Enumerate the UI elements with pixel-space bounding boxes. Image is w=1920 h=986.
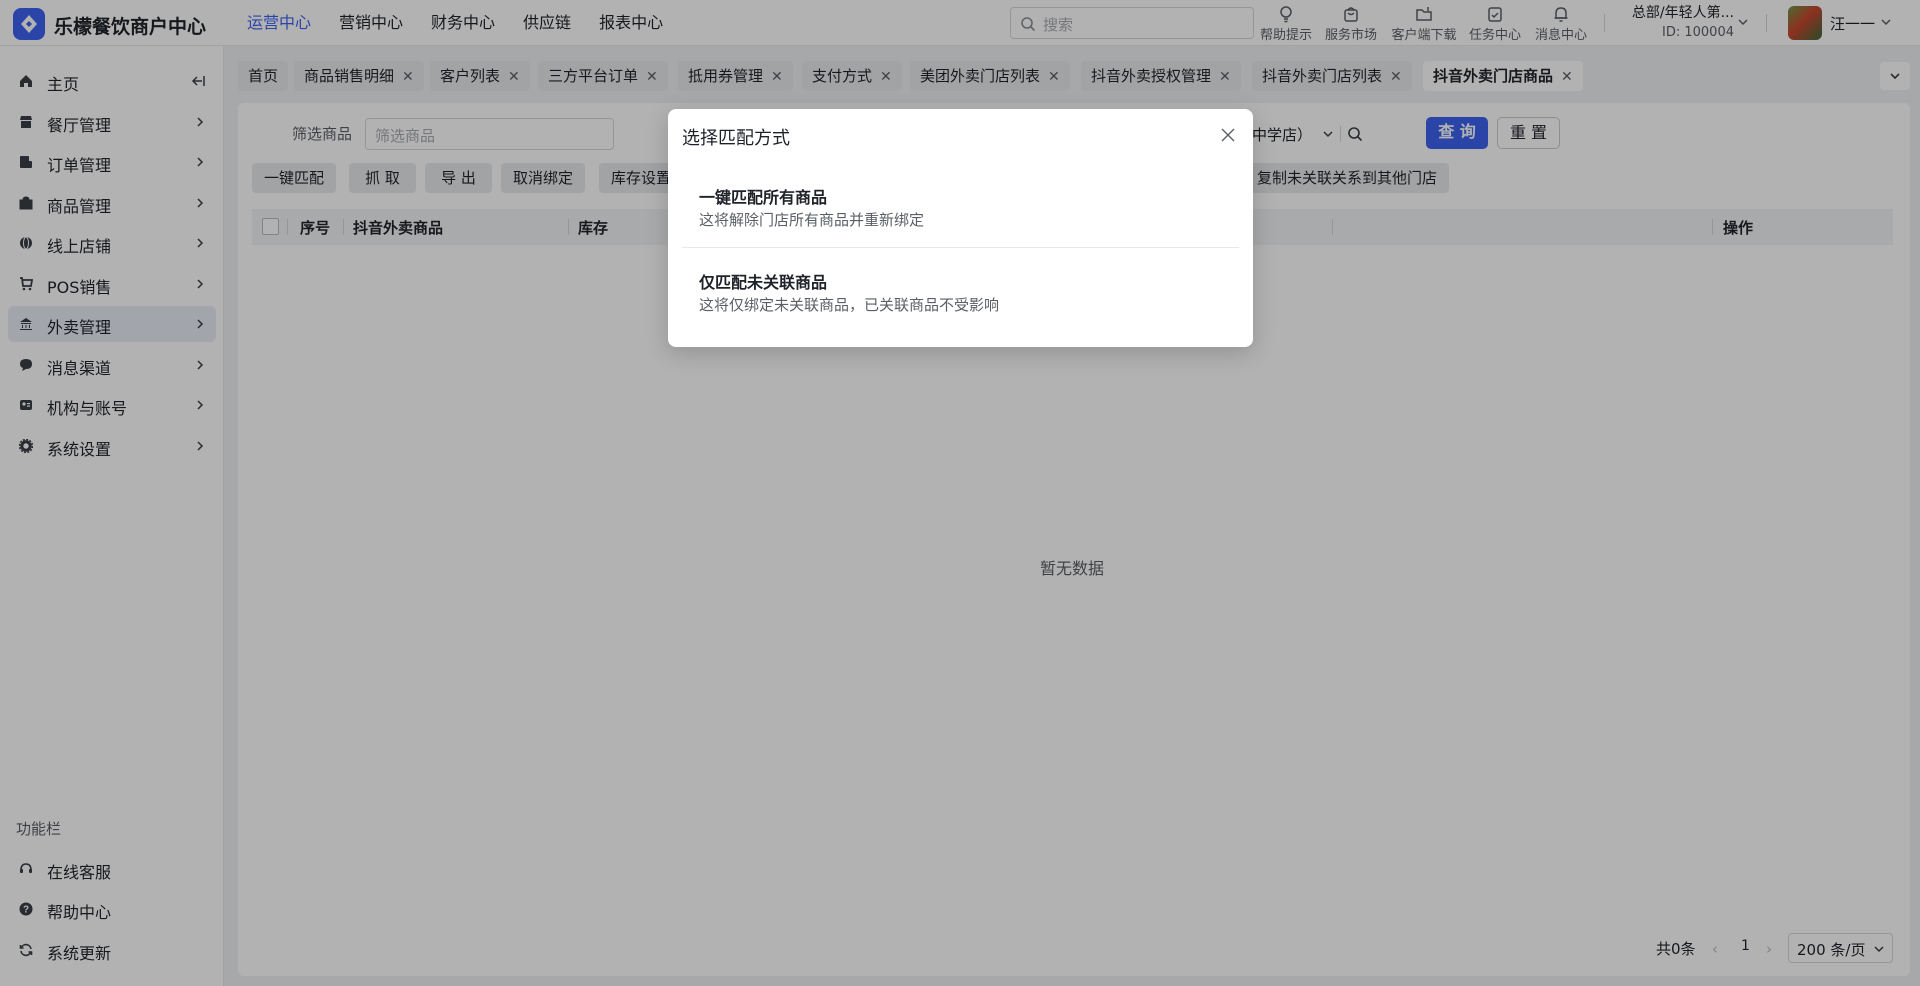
option-title: 一键匹配所有商品	[699, 188, 828, 207]
option-description: 这将解除门店所有商品并重新绑定	[699, 211, 925, 229]
option-title: 仅匹配未关联商品	[699, 273, 828, 292]
close-icon[interactable]	[1220, 127, 1236, 143]
option-description: 这将仅绑定未关联商品，已关联商品不受影响	[699, 296, 1000, 314]
dialog-title: 选择匹配方式	[682, 128, 790, 149]
option-divider	[682, 247, 1239, 248]
match-mode-dialog: 选择匹配方式 一键匹配所有商品 这将解除门店所有商品并重新绑定 仅匹配未关联商品…	[668, 109, 1253, 347]
match-all-option[interactable]: 一键匹配所有商品 这将解除门店所有商品并重新绑定	[682, 184, 1239, 234]
match-unlinked-option[interactable]: 仅匹配未关联商品 这将仅绑定未关联商品，已关联商品不受影响	[682, 269, 1239, 319]
